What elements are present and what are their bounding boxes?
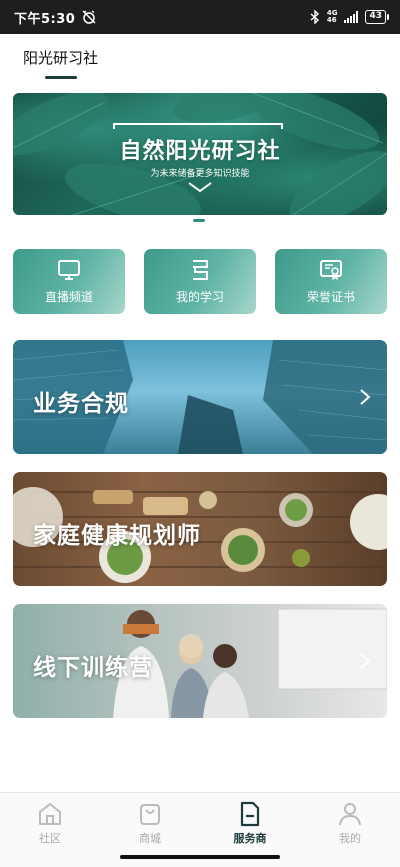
bluetooth-icon	[310, 10, 319, 24]
shop-bag-icon	[140, 804, 160, 825]
live-channel-button[interactable]: 直播频道	[13, 249, 125, 314]
banner-subtitle: 为未来储备更多知识技能	[150, 169, 250, 179]
compliance-card[interactable]: 业务合规	[13, 340, 387, 454]
home-indicator[interactable]	[120, 855, 280, 859]
my-study-button[interactable]: 我的学习	[144, 249, 256, 314]
alarm-off-icon	[82, 10, 96, 24]
live-channel-label: 直播频道	[44, 290, 93, 304]
profile-icon	[339, 803, 361, 826]
nav-service-provider-label: 服务商	[233, 832, 267, 845]
nav-shop[interactable]: 商城	[100, 801, 200, 846]
family-health-planner-card[interactable]: 家庭健康规划师	[13, 472, 387, 586]
nav-community-label: 社区	[39, 832, 61, 845]
offline-training-camp-label: 线下训练营	[33, 655, 153, 681]
nav-service-provider[interactable]: 服务商	[200, 801, 300, 846]
promo-banner[interactable]: 自然阳光研习社 为未来储备更多知识技能	[13, 93, 387, 215]
tab-sunshine-academy[interactable]: 阳光研习社	[23, 47, 98, 68]
active-tab-indicator	[45, 76, 77, 79]
chevron-down-icon	[188, 182, 212, 193]
family-health-planner-label: 家庭健康规划师	[33, 523, 201, 549]
carousel-indicator	[193, 219, 205, 222]
network-type: 4G 46	[326, 9, 338, 24]
chevron-right-icon	[360, 389, 371, 405]
chevron-right-icon	[360, 653, 371, 669]
nav-profile-label: 我的	[339, 832, 361, 845]
honor-certificate-button[interactable]: 荣誉证书	[275, 249, 387, 314]
my-study-label: 我的学习	[175, 290, 224, 304]
tv-icon	[58, 260, 80, 280]
community-icon	[39, 803, 61, 825]
nav-shop-label: 商城	[139, 832, 161, 845]
service-doc-icon	[240, 801, 260, 827]
status-bar: 下午5:30 4G 46 43	[0, 0, 400, 34]
top-tab-bar: 阳光研习社	[0, 34, 400, 84]
offline-training-camp-card[interactable]: 线下训练营	[13, 604, 387, 718]
study-icon	[193, 260, 208, 280]
compliance-label: 业务合规	[33, 391, 129, 417]
nav-profile[interactable]: 我的	[300, 801, 400, 846]
signal-icon	[344, 11, 359, 23]
banner-title: 自然阳光研习社	[119, 139, 281, 164]
honor-certificate-label: 荣誉证书	[306, 290, 355, 304]
banner-frame	[113, 123, 283, 129]
certificate-icon	[320, 260, 342, 281]
battery-icon: 43	[365, 10, 389, 24]
nav-community[interactable]: 社区	[0, 801, 100, 846]
status-time: 下午5:30	[14, 11, 76, 27]
